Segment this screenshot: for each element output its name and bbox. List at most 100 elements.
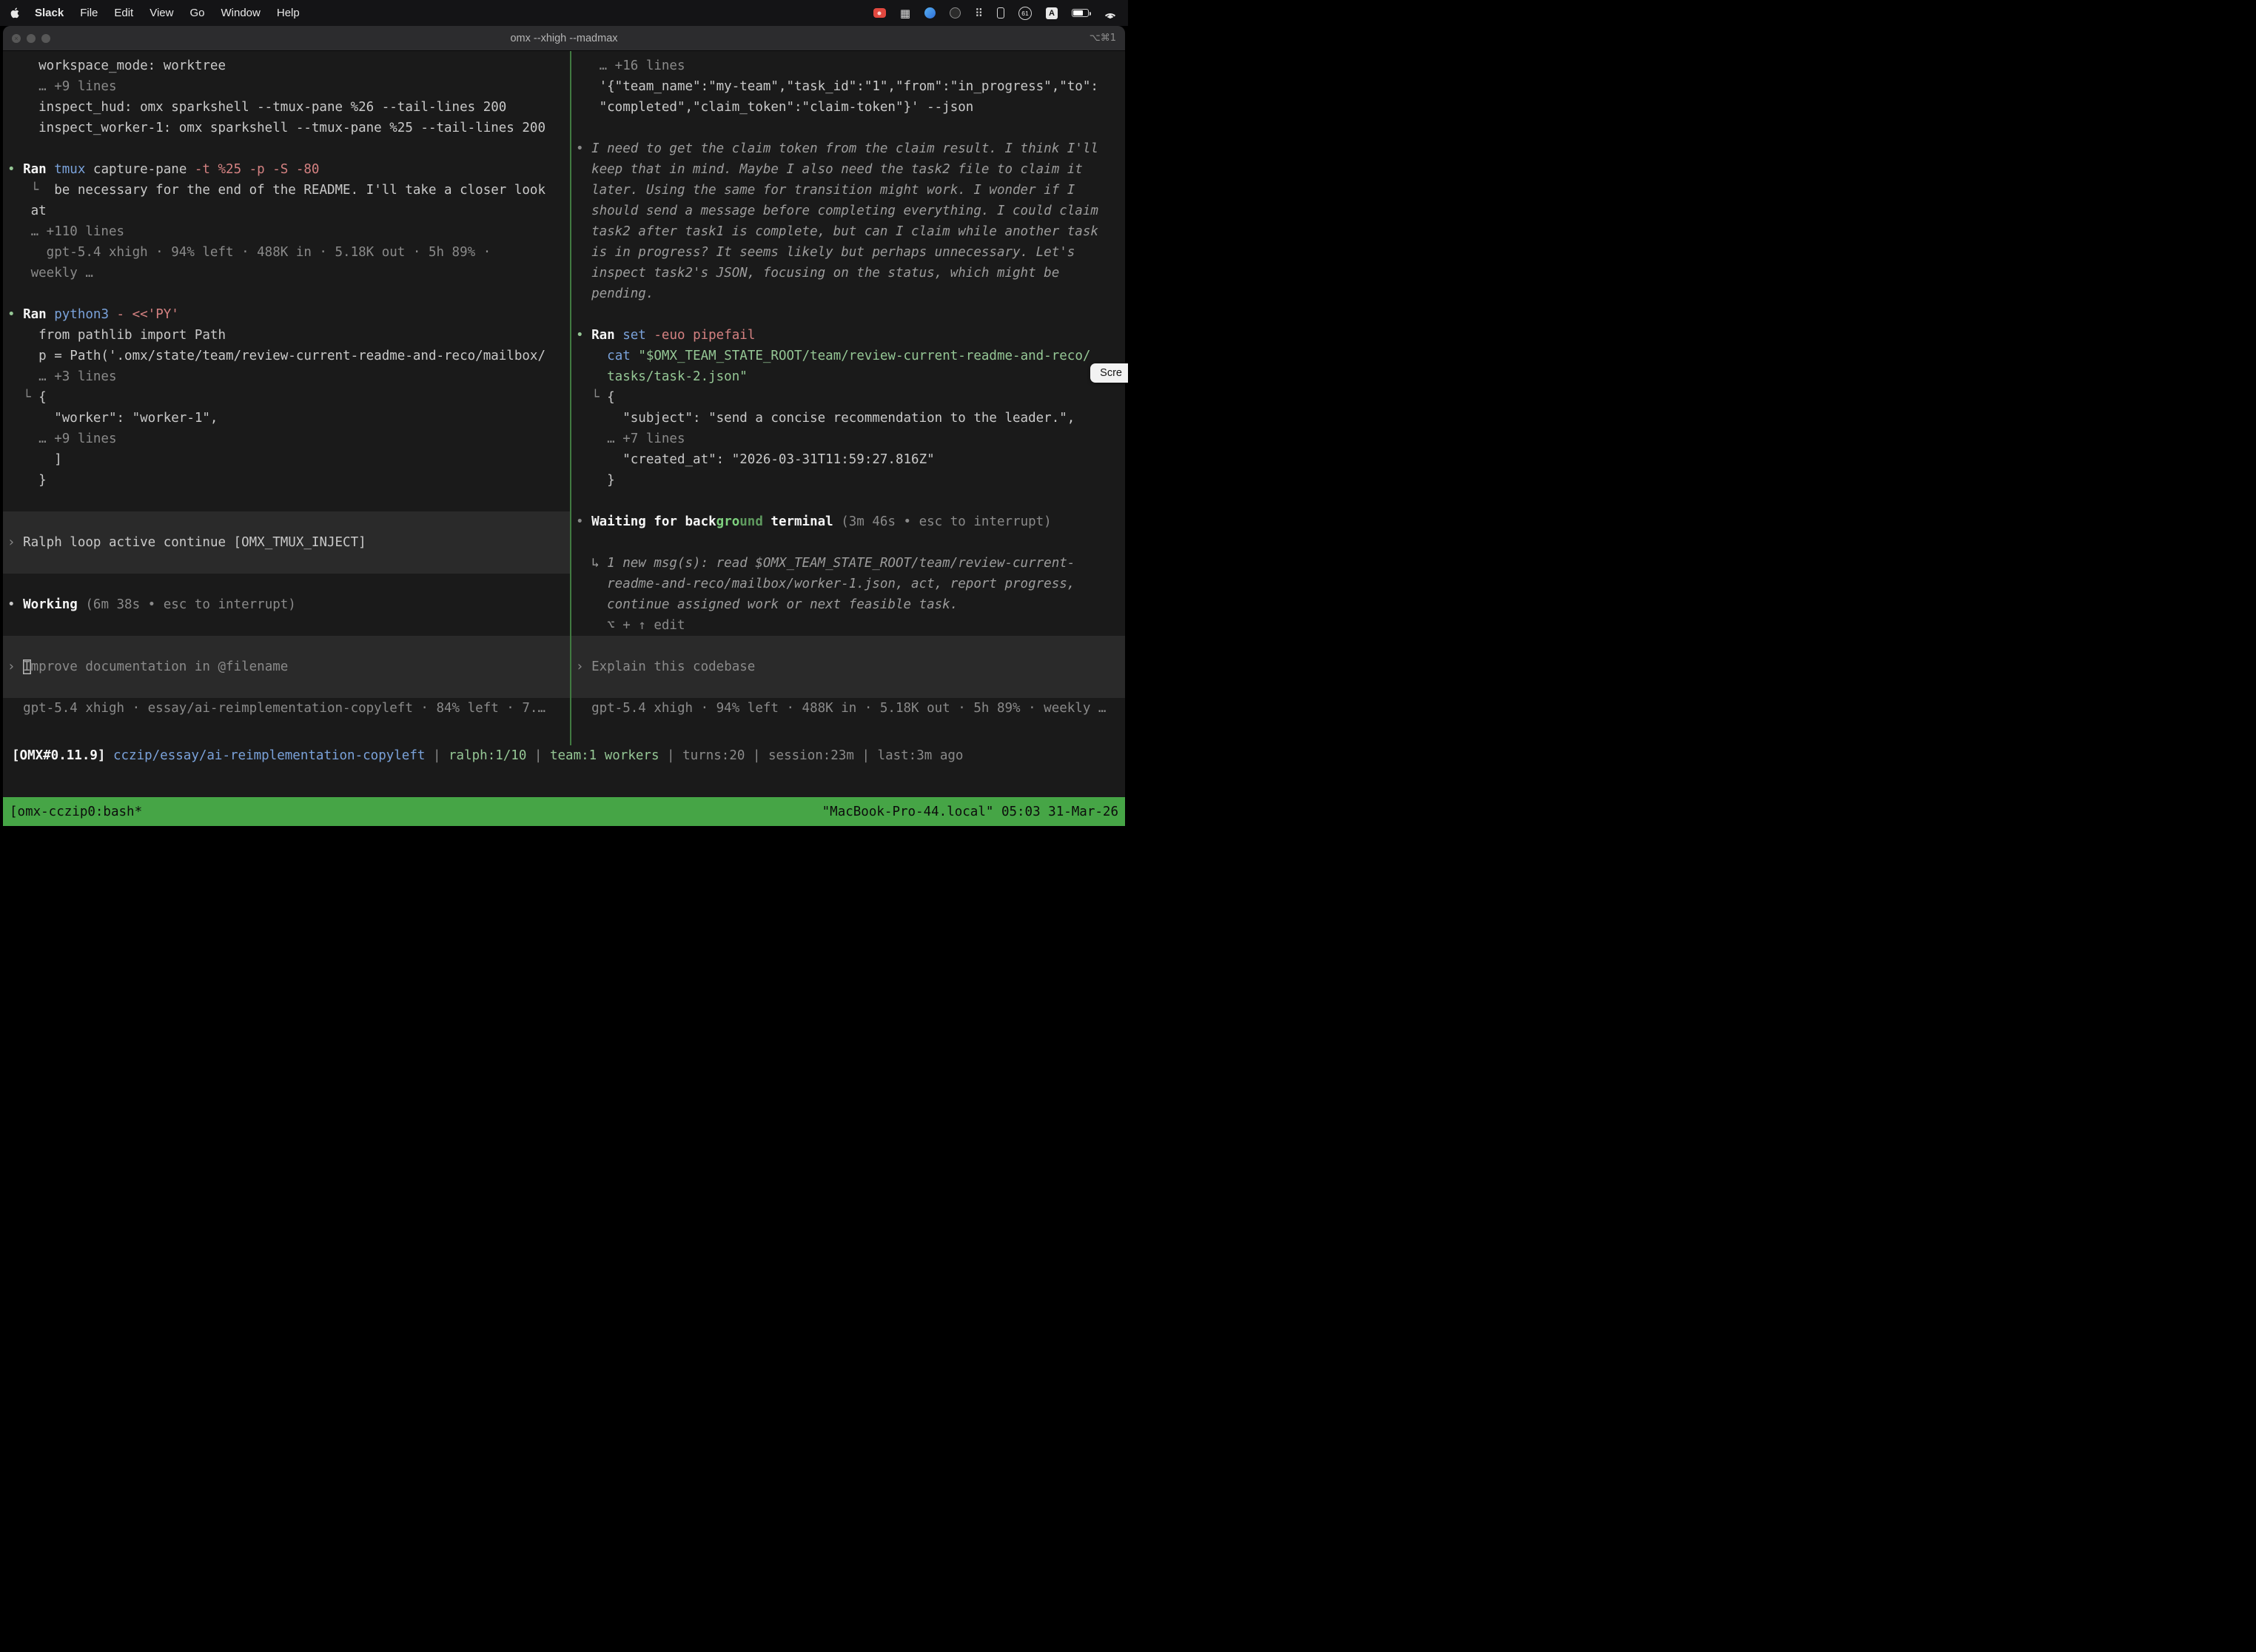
terminal-text: • [7, 307, 23, 322]
terminal-text: continue assigned work or next feasible … [576, 597, 958, 612]
terminal-line [3, 283, 570, 304]
terminal-line: [OMX#0.11.9] cczip/essay/ai-reimplementa… [7, 745, 1125, 766]
terminal-text: └ [7, 183, 54, 198]
terminal-pane-left[interactable]: workspace_mode: worktree … +9 lines insp… [3, 51, 570, 745]
terminal-text: set [622, 328, 654, 343]
terminal-line: … +110 lines [3, 221, 570, 242]
terminal-line: "worker": "worker-1", [3, 408, 570, 429]
terminal-text: | [659, 748, 683, 763]
menu-file[interactable]: File [72, 7, 106, 19]
terminal-text: … +110 lines [7, 224, 124, 239]
apple-menu-icon[interactable] [10, 7, 22, 20]
menu-go[interactable]: Go [181, 7, 212, 19]
terminal-text: … +16 lines [576, 58, 685, 73]
terminal-line: • Ran tmux capture-pane -t %25 -p -S -80 [3, 159, 570, 180]
blue-app-icon[interactable] [924, 7, 936, 19]
prompt-input[interactable]: › Improve documentation in @filename [3, 657, 570, 677]
terminal-line: p = Path('.omx/state/team/review-current… [3, 346, 570, 366]
terminal-line: ⌥ + ↑ edit [571, 615, 1125, 636]
terminal-line: └ be necessary for the end of the README… [3, 180, 570, 201]
dots-grid-icon[interactable]: ⠿ [975, 7, 983, 20]
terminal-line: • Ran python3 - <<'PY' [3, 304, 570, 325]
terminal-text: { [38, 390, 47, 405]
terminal-text: pending. [576, 286, 654, 301]
terminal-line: pending. [571, 283, 1125, 304]
terminal-line: ↳ 1 new msg(s): read $OMX_TEAM_STATE_ROO… [571, 553, 1125, 574]
terminal-text: • [576, 141, 591, 156]
omx-status-line: [OMX#0.11.9] cczip/essay/ai-reimplementa… [3, 745, 1125, 766]
device-icon[interactable] [997, 7, 1004, 19]
terminal-text: • [7, 597, 23, 612]
screen-recording-indicator-icon[interactable] [873, 8, 886, 18]
percent-badge-icon[interactable]: 61 [1018, 7, 1032, 20]
terminal-text: '{"team_name":"my-team","task_id":"1","f… [576, 79, 1098, 94]
terminal-text: … +7 lines [576, 432, 685, 446]
terminal-text: is in progress? It seems likely but perh… [576, 245, 1075, 260]
terminal-line: … +7 lines [571, 429, 1125, 449]
terminal-text: | [854, 748, 878, 763]
terminal-line: … +9 lines [3, 429, 570, 449]
terminal-line: workspace_mode: worktree [3, 56, 570, 76]
terminal-line: gpt-5.4 xhigh · essay/ai-reimplementatio… [3, 698, 570, 719]
terminal-line: "completed","claim_token":"claim-token"}… [571, 97, 1125, 118]
terminal-text: capture-pane [93, 162, 195, 177]
terminal-text: Ralph loop active continue [OMX_TMUX_INJ… [23, 535, 366, 550]
terminal-pane-right[interactable]: … +16 lines '{"team_name":"my-team","tas… [571, 51, 1125, 745]
terminal-text: • [576, 514, 591, 529]
text-cursor: I [23, 659, 31, 674]
prompt-input[interactable]: › Explain this codebase [571, 657, 1125, 677]
terminal-text: python3 [54, 307, 116, 322]
terminal-line: continue assigned work or next feasible … [571, 594, 1125, 615]
window-titlebar[interactable]: × omx --xhigh --madmax ⌥⌘1 [3, 26, 1125, 51]
terminal-line: weekly … [3, 263, 570, 283]
terminal-line: from pathlib import Path [3, 325, 570, 346]
terminal-line: later. Using the same for transition mig… [571, 180, 1125, 201]
terminal-text: (6m 38s • esc to interrupt) [85, 597, 295, 612]
terminal-text: from pathlib import Path [7, 328, 226, 343]
terminal-text: cat [607, 349, 638, 363]
terminal-text: › [7, 659, 23, 674]
terminal-line: └ { [3, 387, 570, 408]
terminal-text: (3m 46s • esc to interrupt) [833, 514, 1052, 529]
input-source-icon[interactable]: A [1046, 7, 1058, 19]
terminal-line: task2 after task1 is complete, but can I… [571, 221, 1125, 242]
terminal-text: [OMX#0.11.9] [12, 748, 113, 763]
terminal-text: "completed","claim_token":"claim-token"}… [576, 100, 973, 115]
terminal-text: … +9 lines [7, 79, 117, 94]
terminal-text: "subject": "send a concise recommendatio… [576, 411, 1075, 426]
tiles-icon[interactable]: ▦ [900, 7, 910, 20]
terminal-line: inspect_hud: omx sparkshell --tmux-pane … [3, 97, 570, 118]
wifi-icon[interactable] [1103, 8, 1118, 19]
terminal-line [571, 304, 1125, 325]
terminal-text: inspect_hud: omx sparkshell --tmux-pane … [7, 100, 506, 115]
terminal-text: workspace_mode: worktree [7, 58, 226, 73]
terminal-text: later. Using the same for transition mig… [576, 183, 1075, 198]
menu-view[interactable]: View [141, 7, 181, 19]
terminal-text [576, 349, 607, 363]
terminal-line: readme-and-reco/mailbox/worker-1.json, a… [571, 574, 1125, 594]
terminal-text: … +9 lines [7, 432, 117, 446]
menubar-status-icons: ▦ ⠿ 61 A [873, 7, 1118, 20]
dark-circle-icon[interactable] [950, 7, 961, 19]
terminal-line: gpt-5.4 xhigh · 94% left · 488K in · 5.1… [3, 242, 570, 263]
terminal-text: Ran [23, 307, 54, 322]
terminal-line [571, 491, 1125, 511]
terminal-text: … +3 lines [7, 369, 117, 384]
menu-edit[interactable]: Edit [106, 7, 141, 19]
terminal-line [3, 615, 570, 636]
terminal-text: gpt-5.4 xhigh · 94% left · 488K in · 5.1… [576, 701, 1106, 716]
menu-window[interactable]: Window [213, 7, 269, 19]
battery-icon[interactable] [1072, 9, 1089, 17]
terminal-text: | [425, 748, 449, 763]
terminal-line: • Waiting for background terminal (3m 46… [571, 511, 1125, 532]
screen-share-tooltip: Scre [1090, 363, 1128, 383]
terminal-line [3, 677, 570, 698]
terminal-line: "subject": "send a concise recommendatio… [571, 408, 1125, 429]
window-shortcut-badge: ⌥⌘1 [1090, 26, 1116, 51]
terminal-line [3, 574, 570, 594]
menu-slack[interactable]: Slack [27, 7, 72, 19]
terminal-line [3, 491, 570, 511]
menu-help[interactable]: Help [269, 7, 308, 19]
terminal-text: be necessary for the end of the README. … [54, 183, 545, 198]
terminal-text: • [576, 328, 591, 343]
